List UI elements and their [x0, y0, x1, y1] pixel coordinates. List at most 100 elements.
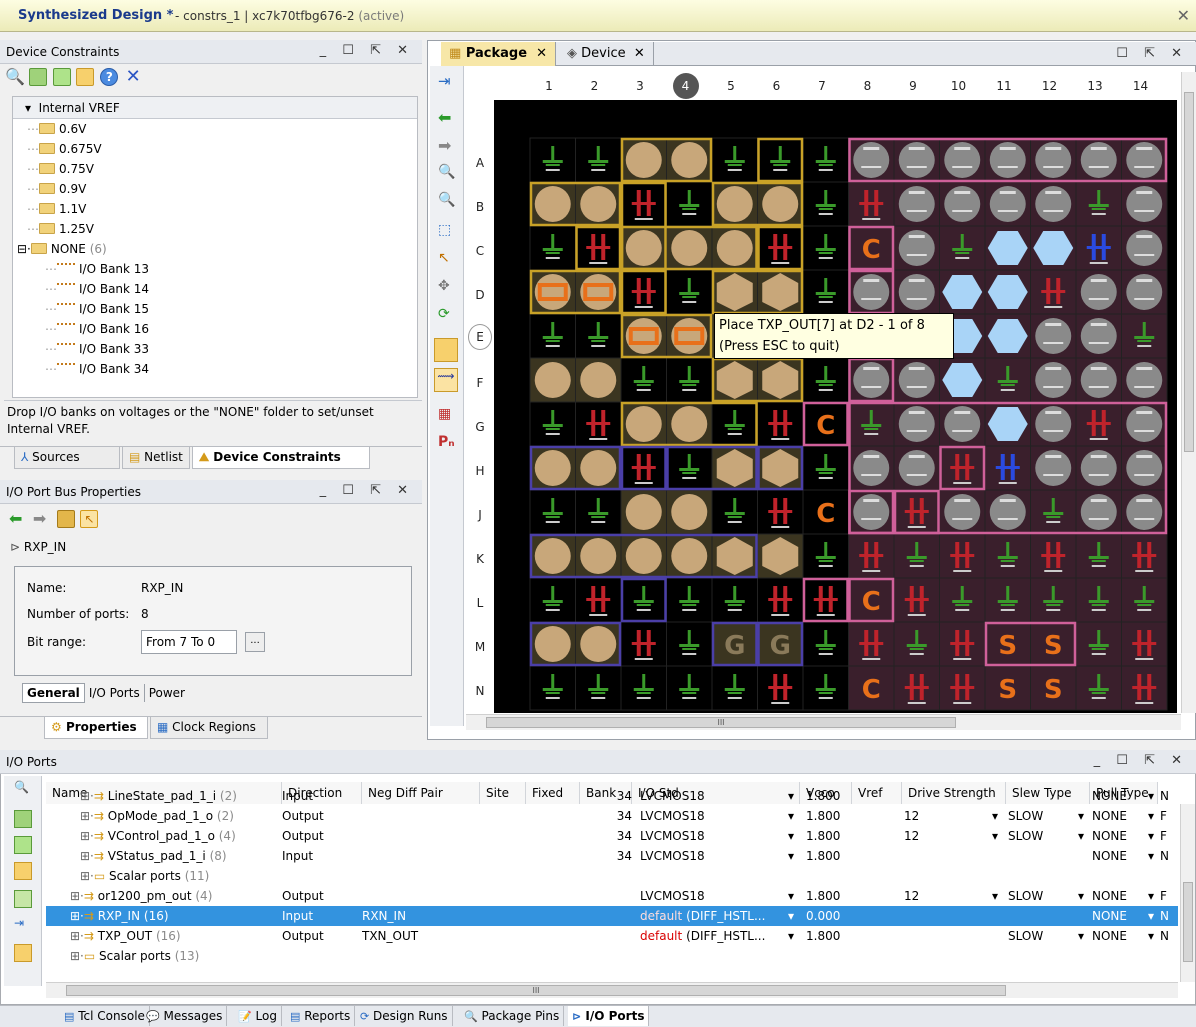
package-pin[interactable] [711, 401, 758, 447]
package-pin[interactable]: S [984, 665, 1031, 711]
package-pin[interactable] [666, 269, 713, 315]
table-row[interactable]: ⊞·▭ Scalar ports (11) [46, 866, 1178, 886]
package-pin[interactable] [575, 621, 622, 667]
search-icon[interactable]: 🔍 [14, 780, 29, 794]
package-pin[interactable] [666, 445, 713, 491]
package-pin[interactable] [848, 137, 895, 183]
tree-folder-voltage[interactable]: ⋯ 0.6V [13, 119, 417, 139]
tab-package[interactable]: ▦ Package ✕ [441, 42, 556, 66]
package-pin[interactable] [575, 357, 622, 403]
package-pin[interactable] [620, 137, 667, 183]
package-pin[interactable] [1030, 313, 1077, 359]
package-pin[interactable] [620, 181, 667, 227]
show-view-icon[interactable] [76, 68, 95, 86]
package-pin[interactable] [711, 225, 758, 271]
package-pin[interactable] [939, 665, 986, 711]
tree-item-bank[interactable]: ⋯ I/O Bank 34 [13, 359, 417, 379]
package-pin[interactable] [575, 401, 622, 447]
package-pin[interactable] [893, 665, 940, 711]
package-pin[interactable] [575, 269, 622, 315]
package-pin[interactable] [757, 445, 804, 491]
package-pin[interactable] [711, 489, 758, 535]
zoom-in-icon[interactable]: 🔍 [438, 164, 455, 180]
package-pin[interactable] [1075, 269, 1122, 315]
tree-root[interactable]: ▾ Internal VREF [13, 97, 417, 119]
table-row[interactable]: ⊞·⇉ VControl_pad_1_o (4) Output 34 LVCMOS18… [46, 826, 1178, 846]
package-pin[interactable] [1030, 533, 1077, 579]
package-pin[interactable] [1121, 313, 1168, 359]
package-pin[interactable]: C [848, 577, 895, 623]
package-pin[interactable] [757, 357, 804, 403]
package-pin[interactable] [575, 577, 622, 623]
package-pin[interactable] [1075, 225, 1122, 271]
package-pin[interactable] [984, 401, 1031, 447]
package-pin[interactable] [1075, 445, 1122, 491]
place-cluster-icon[interactable]: ▦ [438, 406, 451, 422]
package-pin[interactable] [1121, 137, 1168, 183]
package-pin[interactable] [984, 313, 1031, 359]
io-hscroll[interactable]: III [46, 982, 1178, 998]
package-pin[interactable] [1075, 665, 1122, 711]
forward-arrow-icon[interactable]: ➡ [33, 510, 51, 528]
tab-sources[interactable]: ⅄ Sources [14, 447, 120, 469]
package-pin[interactable] [575, 445, 622, 491]
package-pin[interactable] [711, 269, 758, 315]
package-pin[interactable] [757, 533, 804, 579]
package-pin[interactable] [757, 489, 804, 535]
package-pin[interactable] [620, 621, 667, 667]
package-pin[interactable] [529, 181, 576, 227]
tree-folder-voltage[interactable]: ⋯ 1.1V [13, 199, 417, 219]
package-pin[interactable] [848, 445, 895, 491]
package-pin[interactable] [711, 181, 758, 227]
tree-item-bank[interactable]: ⋯ I/O Bank 33 [13, 339, 417, 359]
package-pin[interactable] [848, 357, 895, 403]
package-pin[interactable] [984, 357, 1031, 403]
back-arrow-icon[interactable]: ⬅ [438, 108, 451, 127]
package-pin[interactable] [620, 401, 667, 447]
bottom-tab[interactable]: ⊳ I/O Ports [568, 1006, 650, 1026]
bottom-tab[interactable]: 🔍 Package Pins [460, 1006, 565, 1026]
settings-icon[interactable] [56, 510, 75, 528]
package-pin[interactable] [666, 401, 713, 447]
package-pin[interactable] [893, 181, 940, 227]
package-pin[interactable] [620, 665, 667, 711]
package-pin[interactable] [1121, 665, 1168, 711]
package-pin[interactable] [620, 269, 667, 315]
auto-place-icon[interactable]: ⇥ [14, 916, 24, 930]
panel-window-controls[interactable]: _ ☐ ⇱ ✕ [320, 43, 414, 58]
package-pin[interactable] [848, 401, 895, 447]
package-pin[interactable] [893, 533, 940, 579]
package-pin[interactable] [939, 401, 986, 447]
package-pin[interactable] [575, 181, 622, 227]
io-vscroll-thumb[interactable] [1183, 882, 1193, 962]
tree-item-bank[interactable]: ⋯ I/O Bank 15 [13, 299, 417, 319]
package-pins-svg[interactable]: C C C C G G S S C S S [494, 100, 1177, 713]
package-pin[interactable] [802, 621, 849, 667]
package-pin[interactable] [1121, 401, 1168, 447]
package-pin[interactable] [711, 357, 758, 403]
package-pin[interactable] [1121, 621, 1168, 667]
tree-folder-voltage[interactable]: ⋯ 0.75V [13, 159, 417, 179]
forward-arrow-icon[interactable]: ➡ [438, 136, 451, 155]
io-vscroll[interactable] [1180, 804, 1195, 982]
package-pin[interactable] [711, 533, 758, 579]
back-arrow-icon[interactable]: ⬅ [9, 510, 27, 528]
package-pin[interactable] [848, 181, 895, 227]
bit-range-field[interactable]: From 7 To 0 [141, 630, 237, 654]
package-pin[interactable]: S [1030, 621, 1077, 667]
package-pin[interactable] [802, 181, 849, 227]
package-pin[interactable] [848, 489, 895, 535]
package-pin[interactable] [1030, 489, 1077, 535]
package-hscroll[interactable]: III [466, 714, 1181, 730]
group-by-icon[interactable] [14, 862, 32, 880]
package-pin[interactable] [893, 225, 940, 271]
move-icon[interactable]: ✥ [438, 278, 450, 294]
zoom-out-icon[interactable]: 🔍 [438, 192, 455, 208]
delete-icon[interactable]: ✕ [124, 68, 142, 86]
package-pin[interactable] [1121, 489, 1168, 535]
package-pin[interactable] [848, 621, 895, 667]
package-pin[interactable] [757, 269, 804, 315]
expand-all-icon[interactable] [14, 836, 32, 854]
package-pin[interactable] [666, 137, 713, 183]
package-pin[interactable] [984, 137, 1031, 183]
